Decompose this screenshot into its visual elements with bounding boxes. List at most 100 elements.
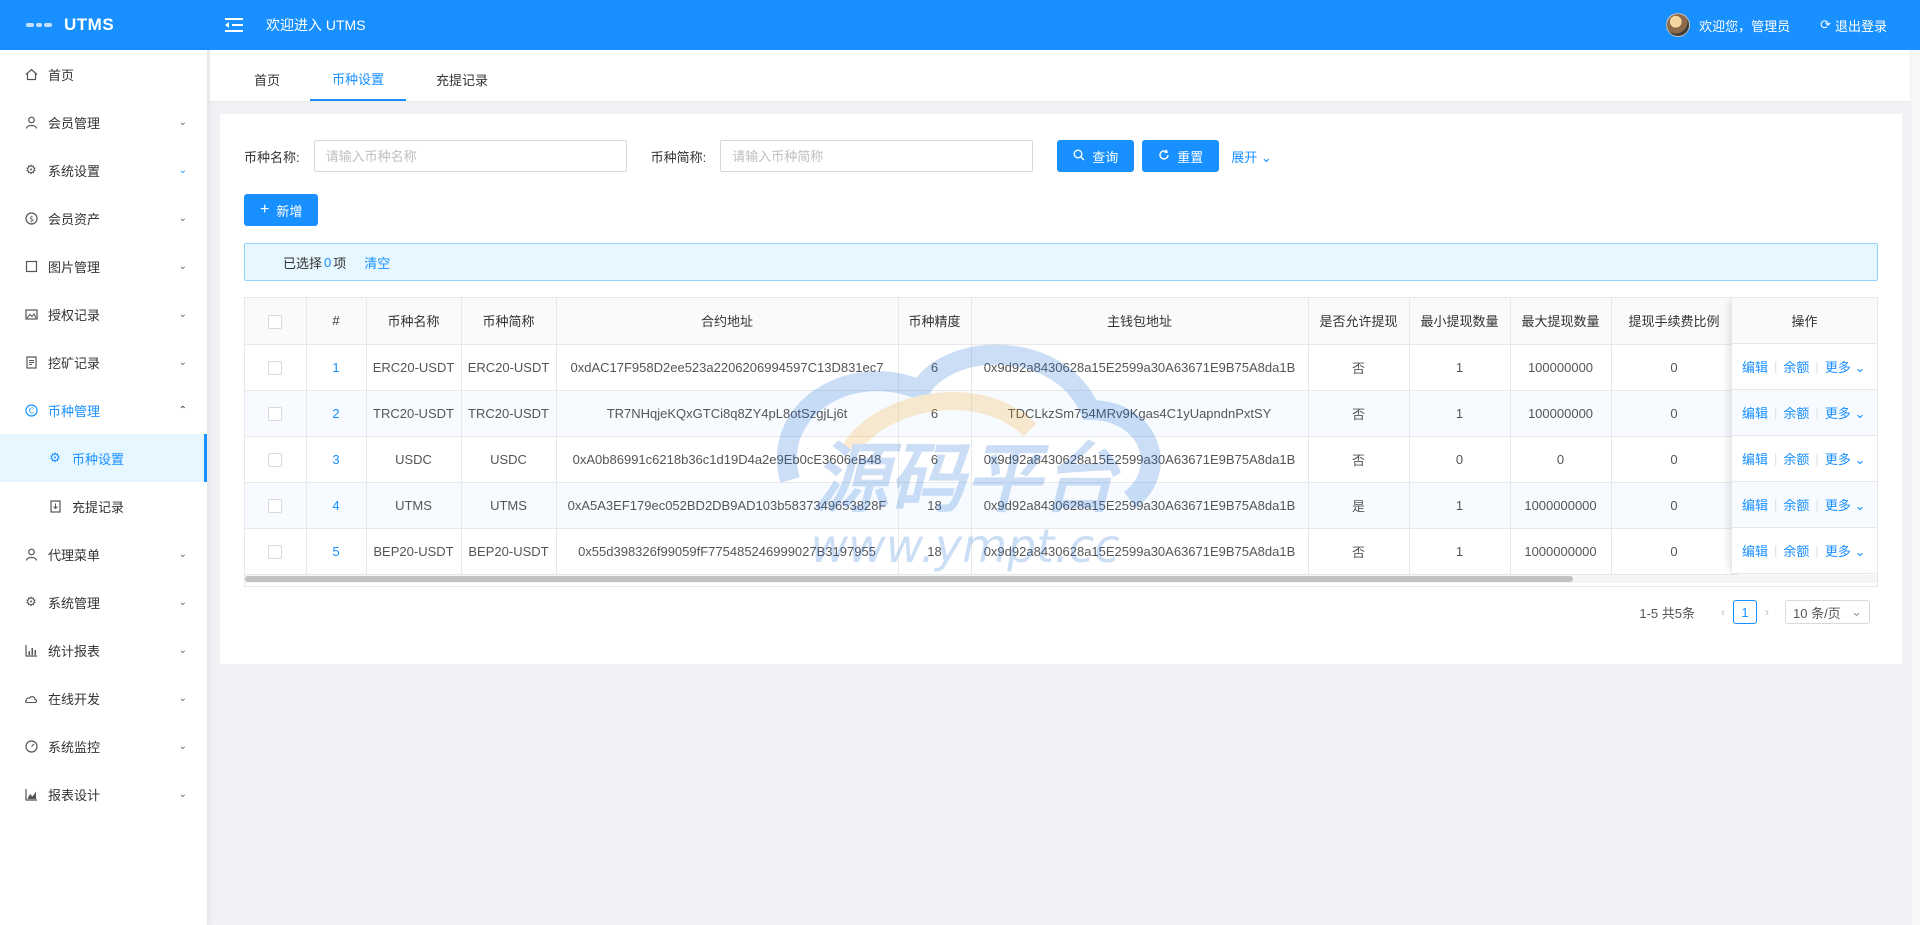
table-row: 5 BEP20-USDT BEP20-USDT 0x55d398326f9905…: [245, 528, 1738, 575]
allow-withdraw-cell: 否: [1308, 528, 1410, 575]
row-index: 2: [306, 390, 367, 437]
avatar[interactable]: [1666, 13, 1691, 37]
sidebar-item-label: 统计报表: [48, 643, 101, 659]
sidebar-item-label: 授权记录: [48, 307, 101, 323]
row-checkbox[interactable]: [268, 452, 283, 467]
balance-link[interactable]: 余额: [1783, 449, 1809, 468]
column-header: 币种简称: [461, 298, 557, 345]
sidebar-item-label: 系统管理: [48, 595, 101, 611]
more-label: 更多: [1824, 452, 1851, 467]
contract-address-cell: 0x55d398326f99059fF775485246999027B31979…: [556, 528, 899, 575]
contract-address-cell: TR7NHqjeKQxGTCi8q8ZY4pL8otSzgjLj6t: [556, 390, 899, 437]
row-checkbox[interactable]: [268, 406, 283, 421]
sidebar-item-system-management[interactable]: ⚙ 系统管理 ⌄: [0, 578, 207, 626]
user-greeting[interactable]: 欢迎您，管理员: [1699, 16, 1790, 35]
main-wallet-cell: 0x9d92a8430628a15E2599a30A63671E9B75A8da…: [971, 482, 1309, 529]
chevron-down-icon: ⌄: [178, 116, 187, 128]
sidebar-item-home[interactable]: 首页: [0, 50, 207, 98]
balance-link[interactable]: 余额: [1783, 403, 1809, 422]
sidebar-item-online-development[interactable]: 在线开发 ⌄: [0, 674, 207, 722]
add-button-label: 新增: [276, 203, 303, 219]
divider: |: [1774, 359, 1778, 374]
balance-link[interactable]: 余额: [1783, 541, 1809, 560]
row-index: 4: [306, 482, 367, 529]
more-dropdown[interactable]: 更多 ⌄: [1825, 403, 1866, 422]
page-tabs: 首页 币种设置 充提记录: [210, 50, 1910, 102]
min-withdraw-cell: 1: [1409, 344, 1511, 391]
tab-home[interactable]: 首页: [232, 57, 302, 101]
fee-ratio-cell: 0: [1611, 528, 1738, 575]
tab-deposit-withdraw-records[interactable]: 充提记录: [414, 57, 510, 101]
precision-cell: 6: [898, 390, 972, 437]
sidebar-item-authorization-records[interactable]: 授权记录 ⌄: [0, 290, 207, 338]
more-dropdown[interactable]: 更多 ⌄: [1825, 541, 1866, 560]
edit-link[interactable]: 编辑: [1742, 357, 1768, 376]
divider: |: [1774, 451, 1778, 466]
select-all-checkbox[interactable]: [268, 314, 283, 329]
row-checkbox[interactable]: [268, 498, 283, 513]
reset-button[interactable]: 重置: [1142, 140, 1220, 172]
prev-page-icon[interactable]: ‹: [1721, 605, 1725, 619]
precision-cell: 6: [898, 344, 972, 391]
row-checkbox[interactable]: [268, 360, 283, 375]
scrollbar-thumb[interactable]: [245, 576, 1573, 582]
currency-name-input[interactable]: [313, 140, 627, 172]
sidebar-item-currency-settings[interactable]: ⚙ 币种设置: [0, 434, 207, 482]
more-dropdown[interactable]: 更多 ⌄: [1825, 495, 1866, 514]
tab-currency-settings[interactable]: 币种设置: [310, 57, 407, 101]
edit-link[interactable]: 编辑: [1742, 541, 1768, 560]
sidebar-item-system-monitoring[interactable]: 系统监控 ⌄: [0, 722, 207, 770]
balance-link[interactable]: 余额: [1783, 495, 1809, 514]
currency-name-cell: TRC20-USDT: [366, 390, 462, 437]
sidebar-item-statistics-reports[interactable]: 统计报表 ⌄: [0, 626, 207, 674]
sidebar-item-deposit-withdraw-records[interactable]: 充提记录: [0, 482, 207, 530]
sidebar-item-agent-menu[interactable]: 代理菜单 ⌄: [0, 530, 207, 578]
edit-link[interactable]: 编辑: [1742, 495, 1768, 514]
currency-short-input[interactable]: [720, 140, 1034, 172]
edit-link[interactable]: 编辑: [1742, 403, 1768, 422]
currency-short-cell: BEP20-USDT: [461, 528, 557, 575]
gear-icon: ⚙: [49, 450, 61, 465]
add-button[interactable]: + 新增: [244, 194, 319, 226]
next-page-icon[interactable]: ›: [1765, 605, 1769, 619]
selection-prefix: 已选择: [283, 255, 323, 271]
currency-short-cell: UTMS: [461, 482, 557, 529]
operation-cell: 编辑 | 余额 | 更多 ⌄: [1732, 390, 1877, 436]
sidebar-item-member-management[interactable]: 会员管理 ⌄: [0, 98, 207, 146]
sidebar-item-currency-management[interactable]: C 币种管理 ⌃: [0, 386, 207, 434]
more-dropdown[interactable]: 更多 ⌄: [1825, 449, 1866, 468]
query-button[interactable]: 查询: [1057, 140, 1135, 172]
row-checkbox[interactable]: [268, 544, 283, 559]
table-row: 1 ERC20-USDT ERC20-USDT 0xdAC17F958D2ee5…: [245, 344, 1738, 391]
app-logo[interactable]: UTMS: [0, 0, 208, 50]
page-size-select[interactable]: 10 条/页 ⌄: [1785, 600, 1870, 624]
sidebar-item-mining-records[interactable]: 挖矿记录 ⌄: [0, 338, 207, 386]
contract-address-cell: 0xA5A3EF179ec052BD2DB9AD103b583734965382…: [556, 482, 899, 529]
expand-link[interactable]: 展开 ⌄: [1231, 147, 1272, 166]
menu-fold-icon[interactable]: [222, 13, 246, 37]
dashboard-icon: [24, 739, 38, 753]
sidebar-item-system-settings[interactable]: ⚙ 系统设置 ⌄: [0, 146, 207, 194]
more-label: 更多: [1824, 544, 1851, 559]
column-header: 最大提现数量: [1510, 298, 1612, 345]
sidebar-item-report-design[interactable]: 报表设计 ⌄: [0, 770, 207, 818]
logout-button[interactable]: ⟳ 退出登录: [1820, 16, 1887, 35]
balance-link[interactable]: 余额: [1783, 357, 1809, 376]
fee-ratio-cell: 0: [1611, 390, 1738, 437]
fee-ratio-cell: 0: [1611, 436, 1738, 483]
page-scrollbar[interactable]: [1910, 50, 1920, 925]
more-dropdown[interactable]: 更多 ⌄: [1825, 357, 1866, 376]
main-wallet-cell: 0x9d92a8430628a15E2599a30A63671E9B75A8da…: [971, 344, 1309, 391]
edit-link[interactable]: 编辑: [1742, 449, 1768, 468]
expand-label: 展开: [1231, 149, 1258, 165]
divider: |: [1774, 543, 1778, 558]
clear-selection-link[interactable]: 清空: [364, 253, 390, 272]
fee-ratio-cell: 0: [1611, 344, 1738, 391]
currency-name-label: 币种名称:: [244, 149, 300, 165]
table-horizontal-scrollbar[interactable]: [245, 575, 1877, 583]
sidebar-item-member-assets[interactable]: $ 会员资产 ⌄: [0, 194, 207, 242]
sidebar-item-image-management[interactable]: 图片管理 ⌄: [0, 242, 207, 290]
page-number-button[interactable]: 1: [1733, 600, 1757, 624]
fee-ratio-cell: 0: [1611, 482, 1738, 529]
row-checkbox-cell: [245, 344, 307, 391]
